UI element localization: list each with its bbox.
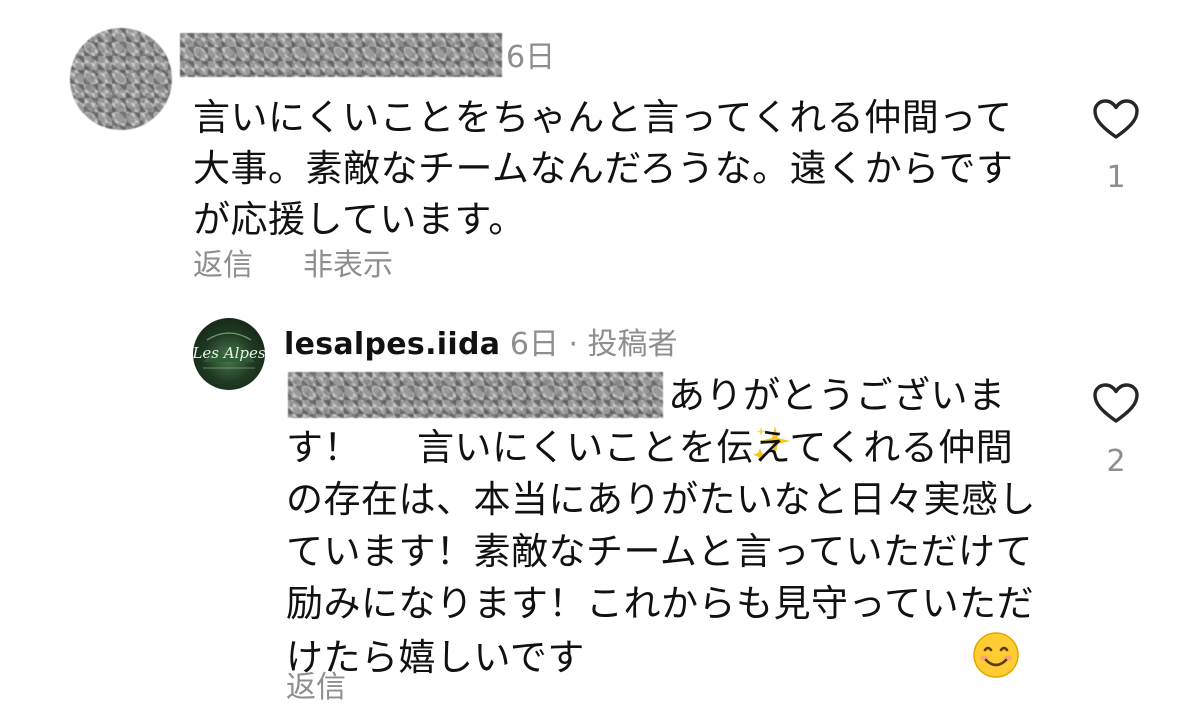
reply-avatar[interactable]: Les Alpes	[193, 318, 265, 390]
like-button[interactable]	[1092, 98, 1140, 140]
reply-text-first: ありがとうございま	[668, 374, 1006, 417]
reply-username[interactable]: lesalpes.iida	[284, 327, 500, 362]
reply-actions: 返信	[286, 668, 346, 708]
like-count: 2	[1106, 444, 1126, 479]
les-alpes-logo-icon: Les Alpes	[193, 332, 265, 369]
sparkles-emoji	[367, 422, 790, 466]
comment-text: 言いにくいことをちゃんと言ってくれる仲間って大事。素敵なチームなんだろうな。遠く…	[193, 96, 1014, 241]
reply-text-part-1: す！	[286, 426, 361, 469]
comment-timestamp: 6日	[506, 40, 556, 75]
reply-meta: 6日 · 投稿者	[509, 327, 678, 362]
commenter-username-redacted[interactable]	[180, 33, 502, 77]
reply-text: ありがとうございます！ 言いにくいことを伝えてくれる仲間の存在は、本当にありがた…	[286, 370, 1046, 684]
comment-actions: 返信 非表示	[193, 246, 393, 286]
reply-header: lesalpes.iida 6日 · 投稿者	[284, 326, 678, 364]
reply-button[interactable]: 返信	[193, 246, 253, 286]
commenter-avatar[interactable]	[70, 28, 172, 130]
heart-outline-icon	[1093, 99, 1139, 139]
avatar-logo-text: Les Alpes	[193, 344, 265, 362]
hide-button[interactable]: 非表示	[303, 246, 393, 286]
smiling-face-emoji	[589, 630, 1019, 680]
like-count: 1	[1106, 160, 1126, 195]
reply-button[interactable]: 返信	[286, 670, 346, 705]
heart-outline-icon	[1093, 383, 1139, 423]
like-button[interactable]	[1092, 382, 1140, 424]
